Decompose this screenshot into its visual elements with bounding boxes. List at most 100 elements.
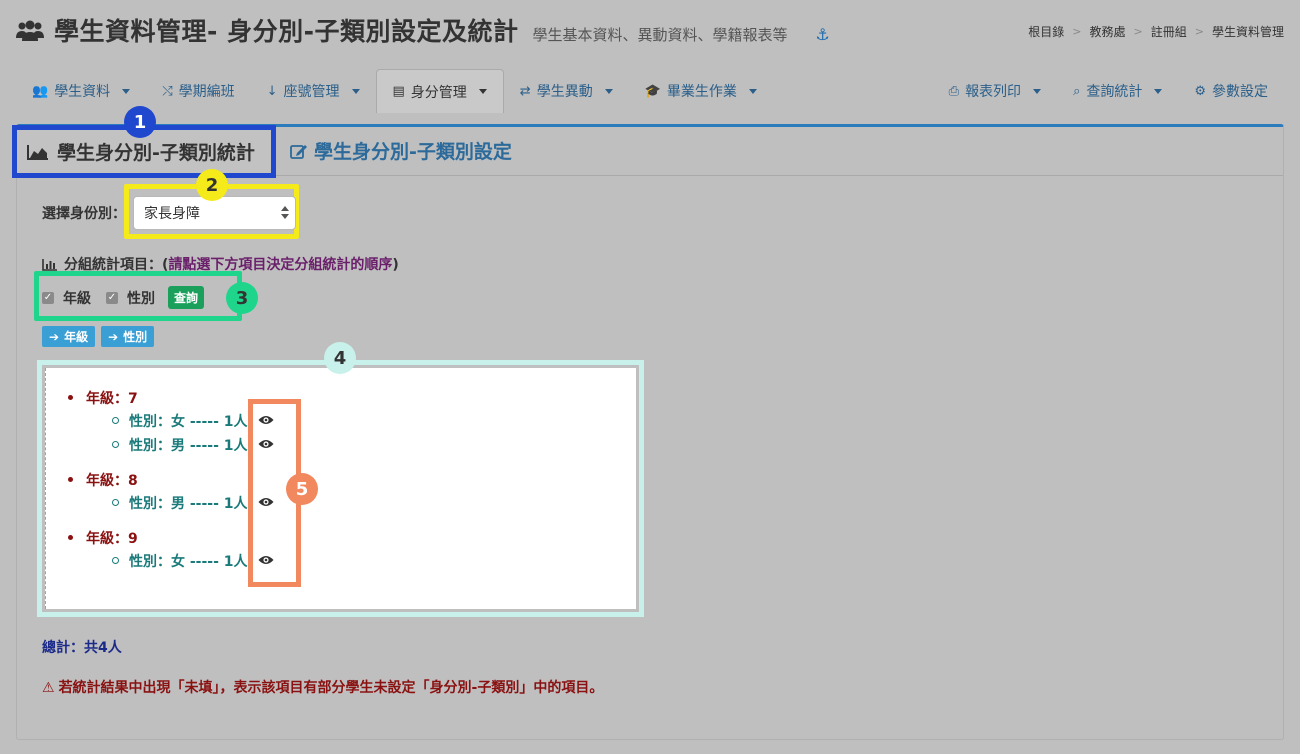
nav-label: 學生資料 <box>54 84 111 100</box>
arrow-right-icon: ➔ <box>108 329 119 344</box>
breadcrumb-item-current: 學生資料管理 <box>1211 25 1284 39</box>
breadcrumb-separator: > <box>1133 25 1143 38</box>
main-nav: 👥 學生資料 ⤭ 學期編班 ↓ 座號管理 ▤ 身分管理 ⇄ 學生異動 🎓 畢業生… <box>16 69 1284 113</box>
breadcrumb-separator: > <box>1194 25 1204 38</box>
order-chip-gender[interactable]: ➔ 性別 <box>101 326 155 347</box>
chip-label: 性別 <box>123 330 148 344</box>
grade-checkbox[interactable]: ✓ <box>42 291 54 304</box>
page-title: 學生資料管理- 身分別-子類別設定及統計 <box>54 17 519 46</box>
grade-checkbox-label: 年級 <box>63 290 91 307</box>
nav-label: 學期編班 <box>178 84 235 100</box>
nav-label: 報表列印 <box>965 84 1022 100</box>
identity-select[interactable]: 家長身障 <box>133 196 296 230</box>
eye-icon[interactable] <box>258 439 274 449</box>
arrow-right-icon: ➔ <box>49 329 60 344</box>
sort-numeric-icon: ↓ <box>266 83 278 99</box>
nav-label: 學生異動 <box>536 84 593 100</box>
nav-query-stats[interactable]: ⌕ 查詢統計 <box>1057 69 1178 113</box>
users-icon <box>16 20 44 41</box>
results-list: 年級：7 性別：女 ----- 1人 性別：男 ----- 1人 年級：8 性別… <box>68 387 248 573</box>
id-card-icon: ▤ <box>392 84 405 99</box>
gender-item: 性別：女 ----- 1人 <box>68 409 248 433</box>
gender-count: 性別：男 ----- 1人 <box>129 496 248 512</box>
caret-down-icon <box>604 88 613 94</box>
order-chips: ➔ 年級 ➔ 性別 <box>42 326 155 347</box>
gender-checkbox-label: 性別 <box>127 290 155 307</box>
gender-count: 性別：男 ----- 1人 <box>129 438 248 454</box>
caret-down-icon <box>478 89 487 94</box>
chip-label: 年級 <box>64 330 89 344</box>
page-header: 學生資料管理- 身分別-子類別設定及統計 學生基本資料、異動資料、學籍報表等 ⚓ <box>16 12 830 48</box>
grade-label: 年級：7 <box>86 391 138 407</box>
annotation-badge-4: 4 <box>324 342 356 374</box>
area-chart-icon <box>27 144 48 160</box>
breadcrumb-item-academic[interactable]: 教務處 <box>1090 23 1126 40</box>
exchange-icon: ⇄ <box>519 83 531 99</box>
nav-class-assign[interactable]: ⤭ 學期編班 <box>146 69 250 113</box>
tab-label: 學生身分別-子類別設定 <box>314 141 512 163</box>
eye-icon[interactable] <box>258 415 274 425</box>
search-icon: ⌕ <box>1073 83 1081 99</box>
nav-student-data[interactable]: 👥 學生資料 <box>16 69 146 113</box>
users-icon: 👥 <box>32 83 49 99</box>
nav-report-print[interactable]: ⎙ 報表列印 <box>933 69 1057 113</box>
warning-note: ⚠ 若統計結果中出現「未填」，表示該項目有部分學生未設定「身分別-子類別」中的項目… <box>42 677 642 699</box>
grade-label: 年級：9 <box>86 531 138 547</box>
print-icon: ⎙ <box>948 83 960 99</box>
breadcrumb-item-root[interactable]: 根目錄 <box>1028 23 1064 40</box>
identity-select-value: 家長身障 <box>144 206 200 222</box>
nav-settings[interactable]: ⚙ 參數設定 <box>1178 69 1284 113</box>
gender-item: 性別：男 ----- 1人 <box>68 433 248 457</box>
shuffle-icon: ⤭ <box>162 83 173 99</box>
identity-select-label: 選擇身份別： <box>42 206 126 222</box>
gender-item: 性別：女 ----- 1人 <box>68 549 248 573</box>
annotation-badge-2: 2 <box>196 169 228 201</box>
caret-down-icon <box>122 88 131 94</box>
nav-student-transfer[interactable]: ⇄ 學生異動 <box>504 69 629 113</box>
group-gap <box>68 457 248 469</box>
order-chip-grade[interactable]: ➔ 年級 <box>42 326 96 347</box>
graduation-cap-icon: 🎓 <box>644 83 661 99</box>
group-gap <box>68 515 248 527</box>
gender-count: 性別：女 ----- 1人 <box>129 554 248 570</box>
annotation-badge-3: 3 <box>226 282 258 314</box>
caret-down-icon <box>1154 88 1163 94</box>
anchor-icon[interactable]: ⚓ <box>815 25 829 44</box>
eye-icon[interactable] <box>258 555 274 565</box>
gear-icon: ⚙ <box>1194 83 1206 99</box>
grade-group: 年級：7 <box>68 387 248 409</box>
grade-label: 年級：8 <box>86 473 138 489</box>
group-label-suffix: ) <box>392 257 399 273</box>
bar-chart-icon <box>42 258 57 271</box>
annotation-badge-1: 1 <box>124 106 156 138</box>
caret-down-icon <box>748 88 757 94</box>
total-count: 總計：共4人 <box>42 640 122 656</box>
nav-label: 參數設定 <box>1212 84 1268 100</box>
nav-identity[interactable]: ▤ 身分管理 <box>375 69 504 113</box>
annotation-badge-5: 5 <box>286 473 318 505</box>
gender-item: 性別：男 ----- 1人 <box>68 491 248 515</box>
nav-label: 座號管理 <box>283 84 340 100</box>
caret-down-icon <box>351 88 360 94</box>
query-button[interactable]: 查詢 <box>168 286 205 309</box>
gender-checkbox[interactable]: ✓ <box>106 291 118 304</box>
nav-label: 查詢統計 <box>1086 84 1143 100</box>
breadcrumb: 根目錄 > 教務處 > 註冊組 > 學生資料管理 <box>1028 23 1284 40</box>
breadcrumb-item-registry[interactable]: 註冊組 <box>1151 23 1187 40</box>
caret-down-icon <box>1033 88 1042 94</box>
warning-text: 若統計結果中出現「未填」，表示該項目有部分學生未設定「身分別-子類別」中的項目。 <box>58 680 604 696</box>
grade-group: 年級：9 <box>68 527 248 549</box>
breadcrumb-separator: > <box>1072 25 1082 38</box>
grade-group: 年級：8 <box>68 469 248 491</box>
nav-label: 身分管理 <box>410 84 467 101</box>
page-subtitle: 學生基本資料、異動資料、學籍報表等 <box>532 26 788 44</box>
gender-count: 性別：女 ----- 1人 <box>129 414 248 430</box>
tab-setting[interactable]: 學生身分別-子類別設定 <box>290 137 512 164</box>
nav-seat-number[interactable]: ↓ 座號管理 <box>251 69 376 113</box>
nav-label: 畢業生作業 <box>666 84 737 100</box>
nav-graduation[interactable]: 🎓 畢業生作業 <box>629 69 773 113</box>
select-arrows-icon <box>281 206 289 220</box>
eye-icon[interactable] <box>258 497 274 507</box>
edit-icon <box>290 144 307 159</box>
